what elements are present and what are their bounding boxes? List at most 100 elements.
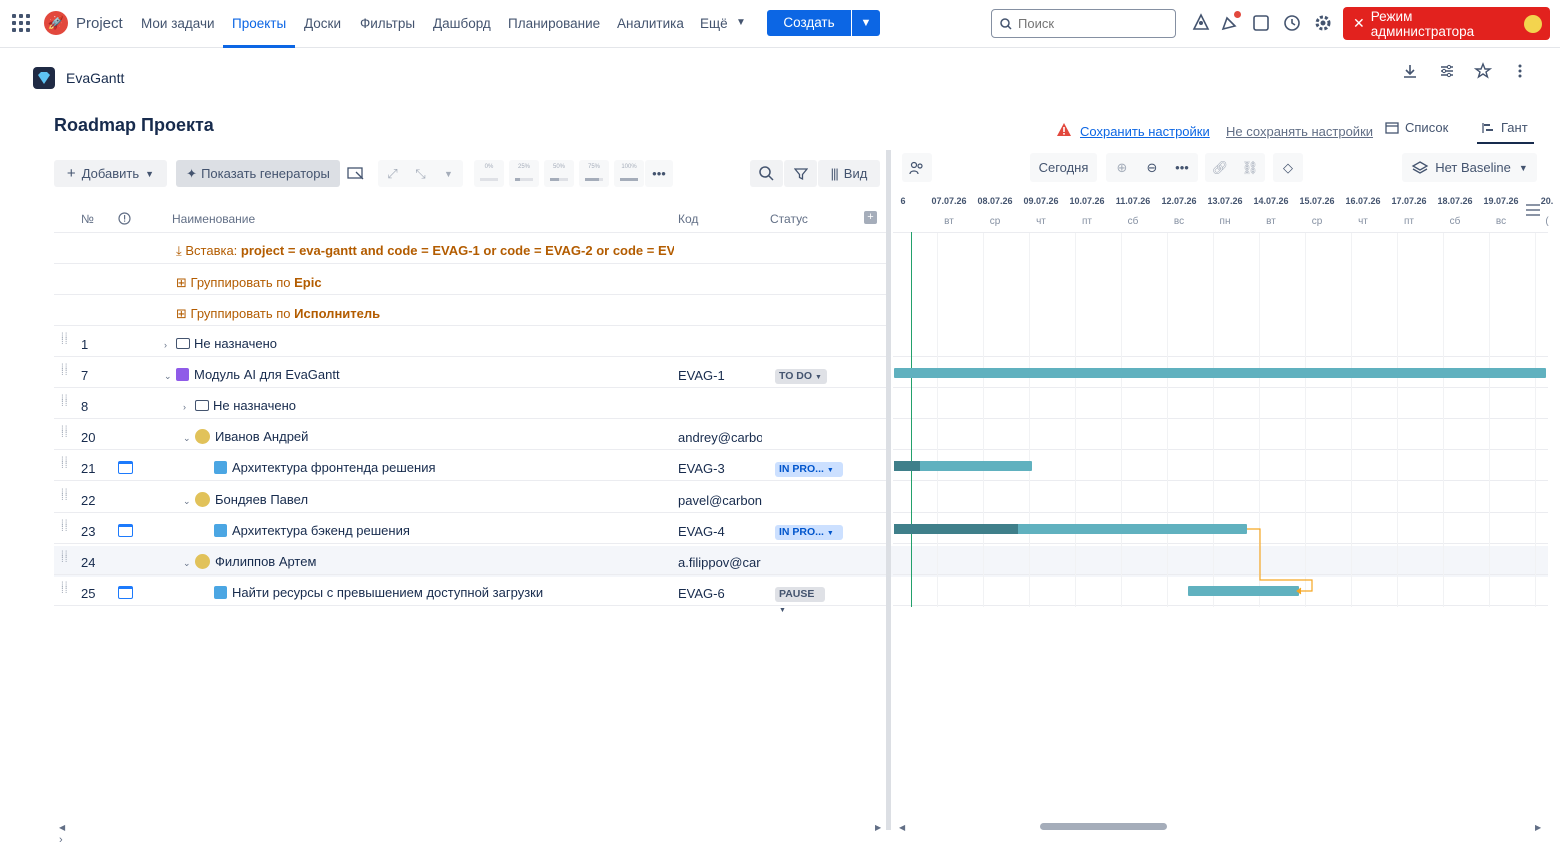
milestone-button[interactable]: ◇ xyxy=(1273,153,1303,182)
column-header-code[interactable]: Код xyxy=(678,212,698,226)
app-switcher-icon[interactable] xyxy=(12,14,30,32)
drag-handle[interactable]: ⁞⁞ ⁞⁞ xyxy=(61,395,71,412)
nav-projects[interactable]: Проекты xyxy=(232,16,286,31)
chevron-right-icon[interactable]: › xyxy=(59,834,63,846)
progress-25-button[interactable]: 25% xyxy=(509,160,539,187)
calendar-icon[interactable] xyxy=(118,524,133,537)
search-button[interactable] xyxy=(750,160,783,187)
column-header-name[interactable]: Наименование xyxy=(172,212,255,226)
drag-handle[interactable]: ⁞⁞ ⁞⁞ xyxy=(61,333,71,350)
progress-0-button[interactable]: 0% xyxy=(474,160,504,187)
search-field[interactable] xyxy=(991,9,1176,38)
search-input[interactable] xyxy=(1018,16,1158,31)
more-options-button[interactable]: ••• xyxy=(645,160,673,187)
create-dropdown-button[interactable]: ▼ xyxy=(852,10,880,36)
row-name[interactable]: › Не назначено xyxy=(164,336,277,351)
row-code[interactable]: EVAG-4 xyxy=(678,524,762,539)
chevron-right-icon[interactable]: › xyxy=(183,402,195,412)
collapse-icon[interactable]: ⤡ xyxy=(407,166,435,182)
status-badge[interactable]: TO DO ▼ xyxy=(775,369,827,384)
row-name[interactable]: ⌄ Иванов Андрей xyxy=(183,429,308,444)
column-header-status[interactable]: Статус xyxy=(770,212,808,226)
scroll-right-icon[interactable]: ▶ xyxy=(875,823,881,832)
baseline-dropdown[interactable]: Нет Baseline ▼ xyxy=(1402,153,1537,182)
project-name[interactable]: EvaGantt xyxy=(66,70,124,86)
drag-handle[interactable]: ⁞⁞ ⁞⁞ xyxy=(61,551,71,568)
drag-handle[interactable]: ⁞⁞ ⁞⁞ xyxy=(61,520,71,537)
settings-sliders-icon[interactable] xyxy=(1438,62,1456,80)
dependency-link[interactable] xyxy=(1245,525,1317,597)
bell-icon[interactable] xyxy=(1190,12,1212,34)
row-code[interactable]: andrey@carbo xyxy=(678,430,762,445)
row-code[interactable]: pavel@carbon xyxy=(678,493,762,508)
scroll-right-icon[interactable]: ▶ xyxy=(1535,823,1541,832)
scroll-left-icon[interactable]: ◀ xyxy=(899,823,905,832)
gantt-bar-evag-1[interactable] xyxy=(894,368,1546,378)
show-generators-button[interactable]: ✦ Показать генераторы xyxy=(176,160,340,187)
drag-handle[interactable]: ⁞⁞ ⁞⁞ xyxy=(61,582,71,599)
link-icon[interactable]: 🔗︎ xyxy=(1205,160,1235,176)
status-badge[interactable]: PAUSE ▼ xyxy=(775,587,825,614)
status-badge[interactable]: IN PRO... ▼ xyxy=(775,462,843,477)
chevron-down-icon[interactable]: ⌄ xyxy=(183,496,195,507)
scroll-left-icon[interactable]: ◀ xyxy=(59,823,65,832)
status-badge[interactable]: IN PRO... ▼ xyxy=(775,525,843,540)
expand-icon[interactable]: ⤢ xyxy=(379,166,407,182)
add-button[interactable]: + Добавить ▼ xyxy=(54,160,167,187)
nav-boards[interactable]: Доски xyxy=(304,16,341,31)
row-name[interactable]: ⌄ Филиппов Артем xyxy=(183,554,316,569)
drag-handle[interactable]: ⁞⁞ ⁞⁞ xyxy=(61,489,71,506)
nav-dashboard[interactable]: Дашборд xyxy=(433,16,491,31)
unlink-icon[interactable]: ⛓︎ xyxy=(1235,160,1265,176)
chevron-down-icon[interactable]: ⌄ xyxy=(183,433,195,444)
resources-button[interactable] xyxy=(902,153,932,182)
nav-my-tasks[interactable]: Мои задачи xyxy=(141,16,215,31)
save-settings-link[interactable]: Сохранить настройки xyxy=(1080,124,1210,139)
progress-50-button[interactable]: 50% xyxy=(544,160,574,187)
chevron-right-icon[interactable]: › xyxy=(164,340,176,350)
star-icon[interactable] xyxy=(1474,62,1492,80)
progress-75-button[interactable]: 75% xyxy=(579,160,609,187)
row-code[interactable]: EVAG-6 xyxy=(678,586,762,601)
row-name[interactable]: ⌄ Бондяев Павел xyxy=(183,492,308,507)
generator-group-epic[interactable]: ⊞ Группировать по Epic xyxy=(176,275,322,291)
row-name[interactable]: Архитектура фронтенда решения xyxy=(202,460,436,475)
horizontal-scrollbar[interactable] xyxy=(1040,823,1167,830)
row-name[interactable]: Найти ресурсы с превышением доступной за… xyxy=(202,585,543,600)
nav-analytics[interactable]: Аналитика xyxy=(617,16,684,31)
row-name[interactable]: ⌄ Модуль AI для EvaGantt xyxy=(164,367,340,382)
drag-handle[interactable]: ⁞⁞ ⁞⁞ xyxy=(61,364,71,381)
download-icon[interactable] xyxy=(1401,62,1419,80)
history-icon[interactable] xyxy=(1281,12,1303,34)
zoom-out-icon[interactable]: ⊖ xyxy=(1137,160,1167,176)
row-code[interactable]: a.filippov@car xyxy=(678,555,762,570)
nav-more[interactable]: Ещё xyxy=(700,16,728,31)
chevron-down-icon[interactable]: ⌄ xyxy=(164,371,176,382)
progress-100-button[interactable]: 100% xyxy=(614,160,644,187)
row-name[interactable]: Архитектура бэкенд решения xyxy=(202,523,410,538)
drag-handle[interactable]: ⁞⁞ ⁞⁞ xyxy=(61,426,71,443)
notes-icon[interactable] xyxy=(1250,12,1272,34)
column-header-number[interactable]: № xyxy=(81,212,94,226)
nav-planning[interactable]: Планирование xyxy=(508,16,600,31)
admin-mode-button[interactable]: ✕ Режим администратора xyxy=(1343,7,1550,40)
create-button[interactable]: Создать xyxy=(767,10,851,36)
nav-filters[interactable]: Фильтры xyxy=(360,16,415,31)
chevron-down-icon[interactable]: ▼ xyxy=(435,169,463,179)
view-button[interactable]: ||| Вид xyxy=(818,160,880,187)
row-code[interactable]: EVAG-1 xyxy=(678,368,762,383)
generator-group-assignee[interactable]: ⊞ Группировать по Исполнитель xyxy=(176,306,380,322)
info-icon[interactable] xyxy=(118,212,131,225)
discard-settings-link[interactable]: Не сохранять настройки xyxy=(1226,124,1373,139)
today-button[interactable]: Сегодня xyxy=(1030,153,1097,182)
generator-insert[interactable]: ⤓ Вставка: project = eva-gantt and code … xyxy=(176,243,674,259)
row-code[interactable]: EVAG-3 xyxy=(678,461,762,476)
chevron-down-icon[interactable]: ⌄ xyxy=(183,558,195,569)
drag-handle[interactable]: ⁞⁞ ⁞⁞ xyxy=(61,457,71,474)
tab-gantt[interactable]: Гант xyxy=(1481,120,1528,135)
more-vertical-icon[interactable] xyxy=(1511,62,1529,80)
product-logo-icon[interactable]: 🚀 xyxy=(44,11,68,35)
pane-splitter[interactable] xyxy=(886,150,891,830)
tab-list[interactable]: Список xyxy=(1385,120,1448,135)
row-name[interactable]: › Не назначено xyxy=(183,398,296,413)
